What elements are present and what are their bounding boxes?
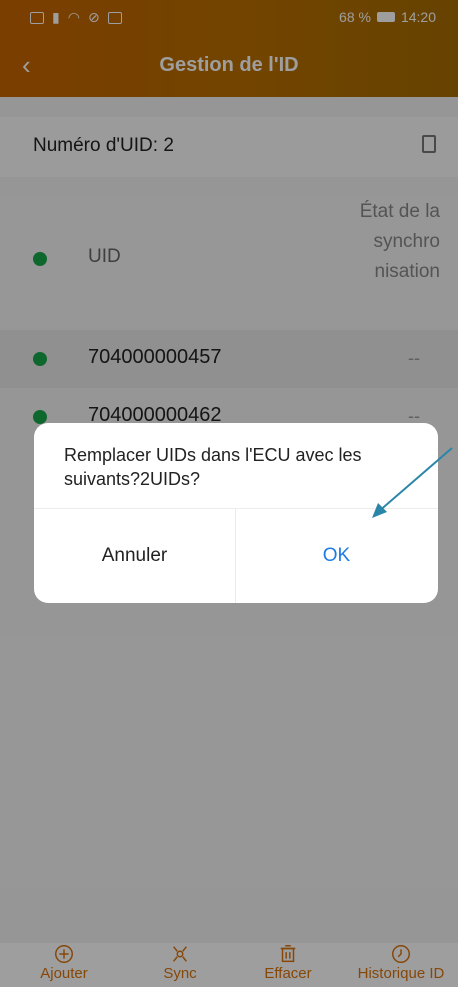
dialog-message: Remplacer UIDs dans l'ECU avec les suiva… (64, 445, 362, 489)
confirm-dialog: Remplacer UIDs dans l'ECU avec les suiva… (34, 423, 438, 603)
cancel-button[interactable]: Annuler (34, 509, 235, 603)
ok-button[interactable]: OK (236, 509, 437, 603)
